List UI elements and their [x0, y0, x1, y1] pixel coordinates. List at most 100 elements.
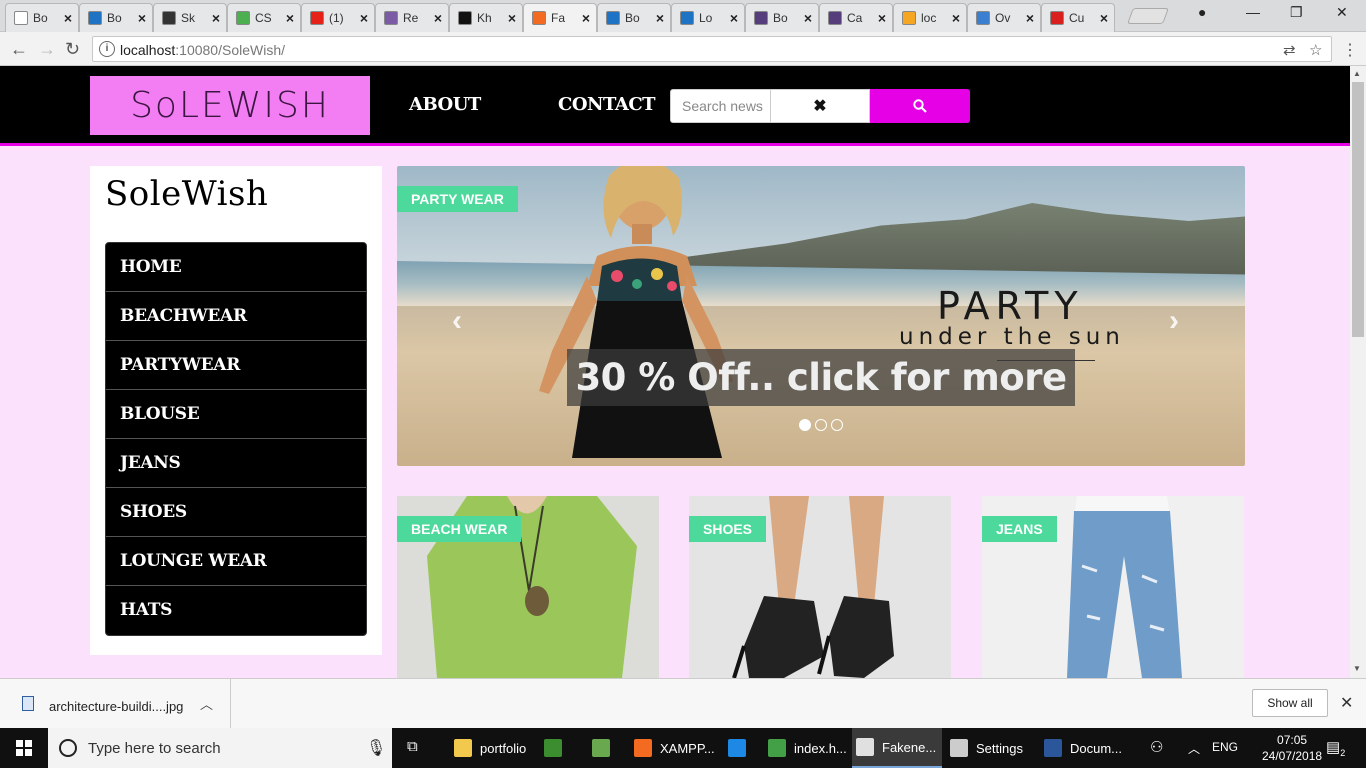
browser-tab[interactable]: Bo × [597, 3, 671, 32]
notifications-icon[interactable]: ▤2 [1326, 738, 1345, 758]
taskbar-app[interactable]: index.h... [764, 728, 848, 768]
browser-tab[interactable]: Cu × [1041, 3, 1115, 32]
close-icon[interactable]: ✕ [1340, 693, 1353, 713]
app-icon [950, 739, 968, 757]
scroll-up-icon[interactable]: ▲ [1353, 69, 1361, 78]
download-item[interactable]: architecture-buildi....jpg ︿ [0, 679, 231, 729]
page-scrollbar[interactable]: ▲ ▼ [1350, 66, 1366, 678]
category-card-jeans[interactable]: JEANS [982, 496, 1244, 678]
carousel-next-icon[interactable]: › [1169, 304, 1179, 338]
taskbar-app[interactable]: Docum... [1040, 728, 1136, 768]
tab-close-icon[interactable]: × [730, 10, 738, 26]
browser-tab[interactable]: Kh × [449, 3, 523, 32]
carousel-dot[interactable] [831, 419, 843, 431]
promo-banner[interactable]: 30 % Off.. click for more [567, 349, 1075, 406]
forward-icon[interactable]: → [38, 39, 56, 60]
menu-kebab-icon[interactable]: ⋮ [1342, 40, 1358, 60]
carousel-category-tag[interactable]: PARTY WEAR [397, 186, 518, 212]
taskbar-app[interactable]: Settings [946, 728, 1030, 768]
search-button[interactable] [870, 89, 970, 123]
close-window-icon[interactable]: ✕ [1336, 4, 1348, 21]
card-tag-jeans[interactable]: JEANS [982, 516, 1057, 542]
minimize-icon[interactable]: — [1246, 4, 1260, 20]
show-all-button[interactable]: Show all [1252, 689, 1328, 717]
card-tag-shoes[interactable]: SHOES [689, 516, 767, 542]
reload-icon[interactable]: ↻ [65, 39, 80, 60]
clock[interactable]: 07:05 24/07/2018 [1262, 732, 1322, 764]
taskbar-app[interactable]: Fakene... [852, 728, 942, 768]
carousel-prev-icon[interactable]: ‹ [452, 304, 462, 338]
back-icon[interactable]: ← [10, 39, 28, 60]
menu-item-jeans[interactable]: JEANS [106, 439, 366, 488]
taskbar-app[interactable]: portfolio [450, 728, 534, 768]
tab-close-icon[interactable]: × [434, 10, 442, 26]
menu-item-shoes[interactable]: SHOES [106, 488, 366, 537]
browser-tab[interactable]: Sk × [153, 3, 227, 32]
taskbar-app[interactable] [540, 728, 580, 768]
menu-item-home[interactable]: HOME [106, 243, 366, 292]
hero-carousel[interactable]: PARTY WEAR PARTY under the sun 30 % Off.… [397, 166, 1245, 466]
tab-close-icon[interactable]: × [582, 10, 590, 26]
url-field[interactable]: i localhost:10080/SoleWish/ ⇄ ☆ [92, 36, 1332, 62]
carousel-dot[interactable] [799, 419, 811, 431]
nav-contact[interactable]: CONTACT [558, 94, 656, 115]
browser-tab[interactable]: Re × [375, 3, 449, 32]
clear-search-button[interactable]: ✖ [771, 89, 870, 123]
tab-close-icon[interactable]: × [656, 10, 664, 26]
tab-close-icon[interactable]: × [360, 10, 368, 26]
translate-icon[interactable]: ⇄ [1283, 41, 1296, 59]
browser-tab[interactable]: Ov × [967, 3, 1041, 32]
tab-close-icon[interactable]: × [1026, 10, 1034, 26]
tray-chevron-icon[interactable]: ︿ [1188, 740, 1200, 757]
task-view-icon[interactable]: ⧉ [407, 738, 418, 755]
browser-tab[interactable]: Fa × [523, 3, 597, 32]
category-card-beachwear[interactable]: BEACH WEAR [397, 496, 659, 678]
tab-close-icon[interactable]: × [64, 10, 72, 26]
browser-tab[interactable]: Bo × [5, 3, 79, 32]
tab-close-icon[interactable]: × [138, 10, 146, 26]
browser-tab[interactable]: (1) × [301, 3, 375, 32]
carousel-dot[interactable] [815, 419, 827, 431]
card-tag-beachwear[interactable]: BEACH WEAR [397, 516, 522, 542]
browser-tab[interactable]: loc × [893, 3, 967, 32]
profile-icon[interactable]: ● [1198, 4, 1206, 20]
tab-close-icon[interactable]: × [286, 10, 294, 26]
windows-start-icon[interactable] [16, 740, 32, 756]
browser-tab[interactable]: Bo × [79, 3, 153, 32]
microphone-icon[interactable]: 🎙 [366, 738, 386, 758]
language-indicator[interactable]: ENG [1212, 740, 1238, 754]
tab-close-icon[interactable]: × [878, 10, 886, 26]
nav-about[interactable]: ABOUT [409, 94, 481, 115]
menu-item-partywear[interactable]: PARTYWEAR [106, 341, 366, 390]
tab-close-icon[interactable]: × [212, 10, 220, 26]
site-logo[interactable]: SoLEWISH [90, 76, 370, 135]
taskbar-search[interactable]: Type here to search 🎙 [48, 728, 392, 768]
browser-tab[interactable]: Lo × [671, 3, 745, 32]
scrollbar-thumb[interactable] [1352, 82, 1364, 337]
chevron-up-icon[interactable]: ︿ [200, 694, 213, 713]
tab-close-icon[interactable]: × [508, 10, 516, 26]
scroll-down-icon[interactable]: ▼ [1353, 664, 1361, 673]
menu-item-lounge-wear[interactable]: LOUNGE WEAR [106, 537, 366, 586]
category-card-shoes[interactable]: SHOES [689, 496, 951, 678]
browser-tab[interactable]: CS × [227, 3, 301, 32]
info-icon[interactable]: i [99, 41, 115, 57]
bookmark-star-icon[interactable]: ☆ [1309, 41, 1322, 59]
menu-item-blouse[interactable]: BLOUSE [106, 390, 366, 439]
search-input[interactable] [670, 89, 771, 123]
new-tab-button[interactable] [1127, 8, 1169, 24]
tab-close-icon[interactable]: × [1100, 10, 1108, 26]
tab-close-icon[interactable]: × [804, 10, 812, 26]
taskbar-app[interactable] [588, 728, 628, 768]
tab-close-icon[interactable]: × [952, 10, 960, 26]
restore-icon[interactable]: ❐ [1290, 4, 1303, 21]
browser-tab[interactable]: Ca × [819, 3, 893, 32]
taskbar-app[interactable]: XAMPP... [630, 728, 716, 768]
tab-favicon-icon [532, 11, 546, 25]
taskbar-app[interactable] [724, 728, 760, 768]
browser-tab[interactable]: Bo × [745, 3, 819, 32]
menu-item-beachwear[interactable]: BEACHWEAR [106, 292, 366, 341]
people-icon[interactable]: ⚇ [1150, 738, 1163, 756]
search-form: ✖ [670, 89, 970, 123]
menu-item-hats[interactable]: HATS [106, 586, 366, 635]
